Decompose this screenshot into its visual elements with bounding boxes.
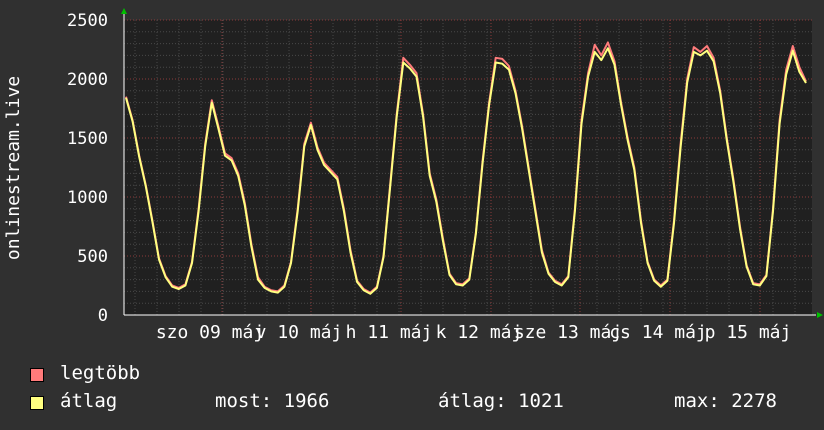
y-tick-label: 0 bbox=[98, 306, 108, 326]
legend-label-max: legtöbb bbox=[60, 362, 141, 384]
y-tick-label: 1500 bbox=[67, 129, 108, 149]
x-tick-label: szo 09 máj bbox=[156, 322, 264, 343]
x-tick-label: h 11 máj bbox=[346, 322, 433, 343]
x-tick-label: k 12 máj bbox=[436, 322, 523, 343]
plot-background bbox=[124, 20, 812, 315]
stat-current: most: 1966 bbox=[215, 390, 330, 412]
line-chart: 0 500 1000 1500 2000 2500 szo 09 májv 10 máj h… bbox=[3, 8, 823, 343]
x-tick-label: sze 13 máj bbox=[514, 322, 622, 343]
y-tick-label: 2500 bbox=[67, 11, 108, 31]
y-axis-ticks: 0 500 1000 1500 2000 2500 bbox=[67, 11, 108, 326]
y-axis-label: onlinestream.live bbox=[3, 76, 24, 260]
y-tick-label: 2000 bbox=[67, 70, 108, 90]
legend-label-avg: átlag bbox=[60, 390, 118, 412]
x-axis-ticks: szo 09 májv 10 máj h 11 máj k 12 májsze 13… bbox=[156, 322, 792, 343]
stat-average: átlag: 1021 bbox=[438, 390, 564, 412]
x-tick-label: v 10 máj bbox=[256, 322, 343, 343]
y-axis-arrow bbox=[121, 8, 127, 14]
x-tick-label: p 15 máj bbox=[705, 322, 792, 343]
y-tick-label: 500 bbox=[77, 247, 108, 267]
y-tick-label: 1000 bbox=[67, 188, 108, 208]
x-axis-arrow bbox=[817, 312, 823, 318]
legend-swatch-avg bbox=[30, 396, 44, 410]
stat-maximum: max: 2278 bbox=[674, 390, 777, 412]
x-tick-label: cs 14 máj bbox=[609, 322, 707, 343]
legend-swatch-max bbox=[30, 368, 44, 382]
